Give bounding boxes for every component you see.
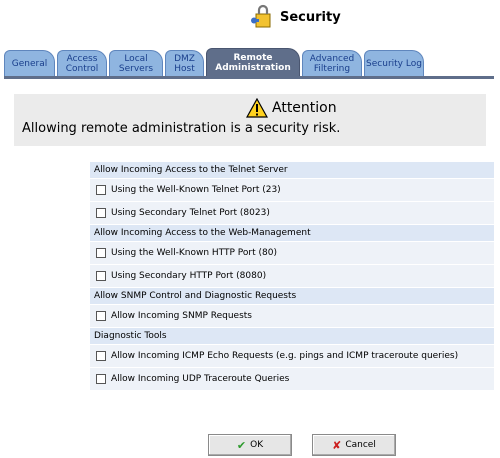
option-telnet-secondary[interactable]: Using Secondary Telnet Port (8023) — [90, 202, 494, 225]
lock-key-icon — [251, 4, 271, 28]
icmp-echo-checkbox[interactable] — [96, 351, 106, 361]
tab-advanced-filtering[interactable]: Advanced Filtering — [302, 50, 362, 77]
ok-button[interactable]: ✔ OK — [208, 434, 292, 456]
tab-local-servers[interactable]: Local Servers — [109, 50, 163, 77]
tab-security-log[interactable]: Security Log — [364, 50, 424, 77]
tab-bar: General Access Control Local Servers DMZ… — [4, 48, 500, 77]
tab-general[interactable]: General — [4, 50, 55, 77]
udp-traceroute-checkbox[interactable] — [96, 374, 106, 384]
page-title: Security — [250, 4, 341, 30]
tab-access-control[interactable]: Access Control — [57, 50, 107, 77]
snmp-checkbox[interactable] — [96, 311, 106, 321]
tab-dmz-host[interactable]: DMZ Host — [165, 50, 204, 77]
option-label: Using Secondary HTTP Port (8080) — [111, 271, 267, 281]
checkmark-icon: ✔ — [236, 438, 247, 452]
section-header-snmp: Allow SNMP Control and Diagnostic Reques… — [90, 288, 494, 305]
tab-bar-underline — [4, 76, 494, 79]
section-header-telnet: Allow Incoming Access to the Telnet Serv… — [90, 162, 494, 179]
option-icmp-echo[interactable]: Allow Incoming ICMP Echo Requests (e.g. … — [90, 345, 494, 368]
attention-message: Allowing remote administration is a secu… — [22, 121, 341, 136]
option-telnet-well-known[interactable]: Using the Well-Known Telnet Port (23) — [90, 179, 494, 202]
option-label: Allow Incoming UDP Traceroute Queries — [111, 374, 290, 384]
ok-label: OK — [250, 440, 264, 450]
option-label: Using the Well-Known Telnet Port (23) — [111, 185, 281, 195]
telnet-23-checkbox[interactable] — [96, 185, 106, 195]
remote-admin-options: Allow Incoming Access to the Telnet Serv… — [90, 162, 494, 391]
warning-icon — [246, 98, 268, 118]
option-label: Using Secondary Telnet Port (8023) — [111, 208, 270, 218]
option-label: Allow Incoming SNMP Requests — [111, 311, 252, 321]
option-label: Allow Incoming ICMP Echo Requests (e.g. … — [111, 351, 459, 361]
page-title-text: Security — [280, 9, 341, 25]
option-http-well-known[interactable]: Using the Well-Known HTTP Port (80) — [90, 242, 494, 265]
telnet-8023-checkbox[interactable] — [96, 208, 106, 218]
http-80-checkbox[interactable] — [96, 248, 106, 258]
option-udp-traceroute[interactable]: Allow Incoming UDP Traceroute Queries — [90, 368, 494, 391]
attention-heading: Attention — [246, 98, 337, 118]
option-label: Using the Well-Known HTTP Port (80) — [111, 248, 277, 258]
cross-icon: ✘ — [332, 438, 342, 452]
option-snmp[interactable]: Allow Incoming SNMP Requests — [90, 305, 494, 328]
option-http-secondary[interactable]: Using Secondary HTTP Port (8080) — [90, 265, 494, 288]
tab-remote-administration[interactable]: Remote Administration — [206, 48, 300, 77]
section-header-diagnostic-tools: Diagnostic Tools — [90, 328, 494, 345]
cancel-button[interactable]: ✘ Cancel — [312, 434, 396, 456]
form-buttons: ✔ OK ✘ Cancel — [208, 434, 396, 456]
section-header-web-management: Allow Incoming Access to the Web-Managem… — [90, 225, 494, 242]
attention-title: Attention — [272, 100, 337, 116]
attention-box: Attention Allowing remote administration… — [14, 94, 486, 146]
http-8080-checkbox[interactable] — [96, 271, 106, 281]
cancel-label: Cancel — [345, 440, 376, 450]
